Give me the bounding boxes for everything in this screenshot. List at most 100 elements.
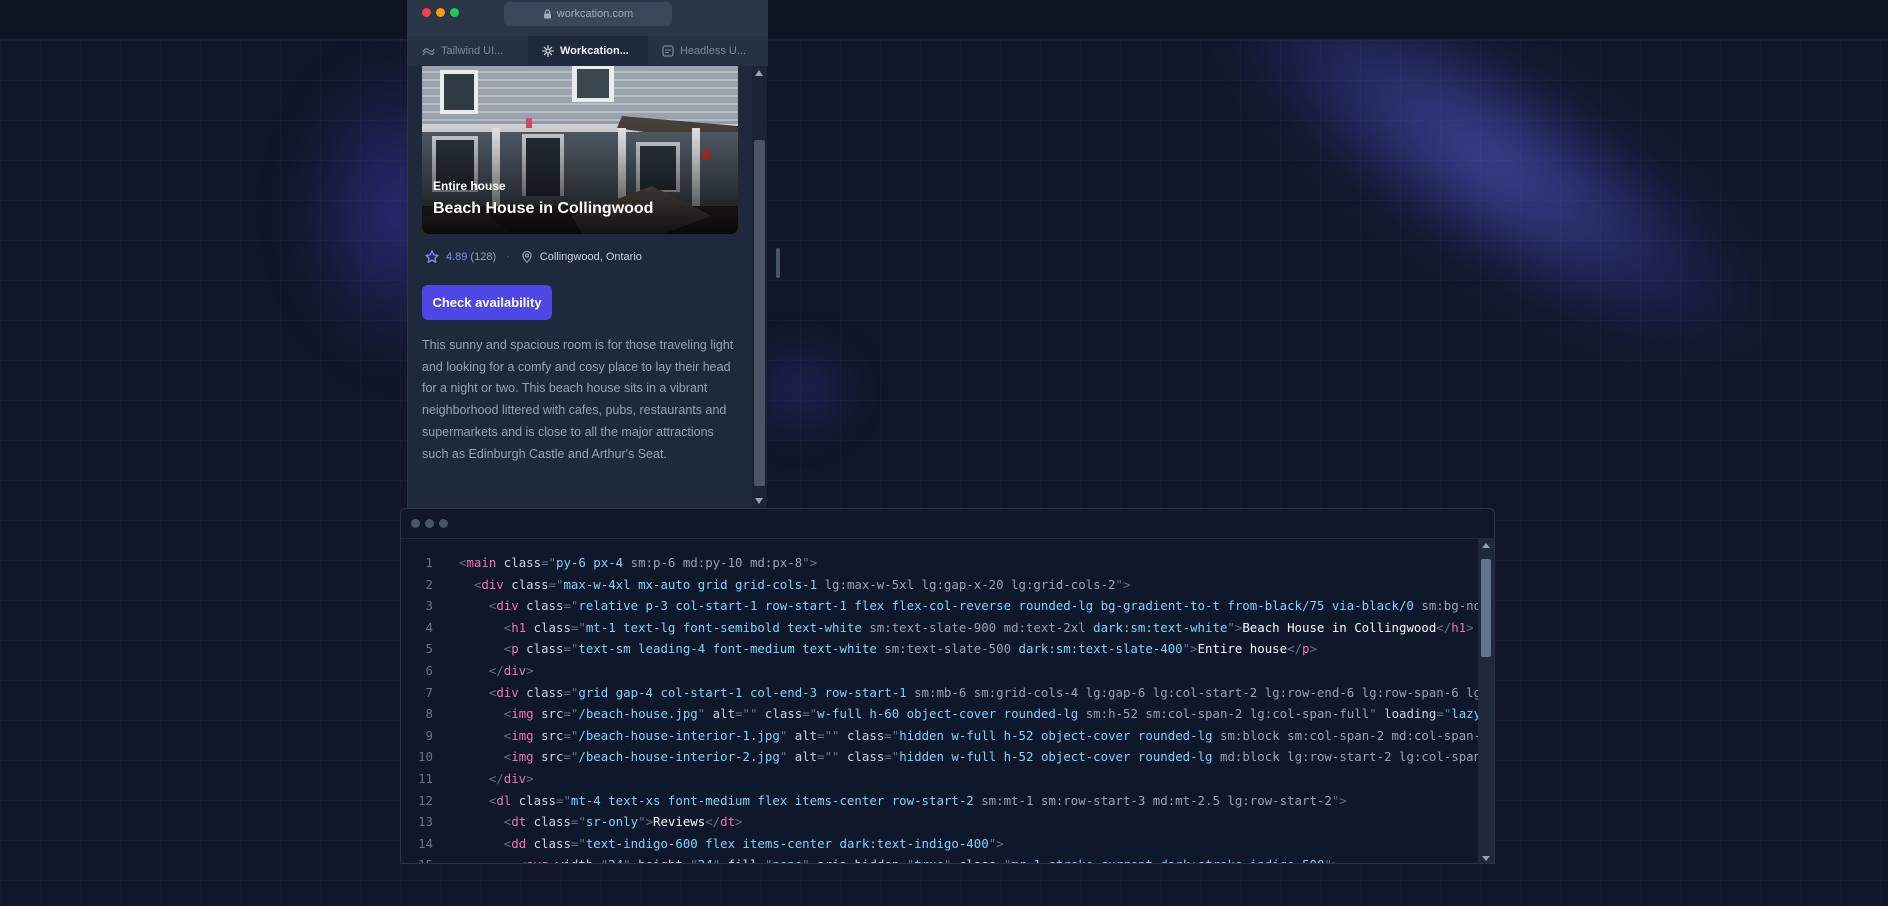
- workcation-icon: [542, 45, 554, 57]
- code-lines[interactable]: 1 <main class="py-6 px-4 sm:p-6 md:py-10 …: [401, 552, 1479, 863]
- code-line[interactable]: 6 </div>: [401, 660, 1479, 682]
- code-line[interactable]: 4 <h1 class="mt-1 text-lg font-semibold …: [401, 617, 1479, 639]
- code-token: hidden w-full h-52 object-cover rounded-…: [899, 727, 1220, 743]
- code-token: loading: [1376, 706, 1437, 722]
- scroll-up-icon[interactable]: [1482, 543, 1490, 548]
- code-token: </: [1436, 619, 1452, 635]
- code-line[interactable]: 5 <p class="text-sm leading-4 font-mediu…: [401, 638, 1479, 660]
- line-number: 1: [425, 555, 433, 570]
- resize-handle[interactable]: [776, 248, 780, 278]
- scroll-up-icon[interactable]: [755, 70, 763, 76]
- code-line[interactable]: 10 <img src="/beach-house-interior-2.jpg…: [401, 746, 1479, 768]
- browser-window: workcation.com Tailwind UI... Workcation…: [407, 0, 768, 508]
- code-token: Beach House in Collingwood: [1242, 619, 1437, 635]
- code-token: alt: [705, 706, 736, 722]
- code-line[interactable]: 9 <img src="/beach-house-interior-1.jpg"…: [401, 725, 1479, 747]
- line-number: 14: [418, 835, 433, 851]
- code-token: ">: [1227, 619, 1243, 635]
- tab-tailwind-ui[interactable]: Tailwind UI...: [408, 36, 528, 66]
- code-line[interactable]: 3 <div class="relative p-3 col-start-1 r…: [401, 595, 1479, 617]
- code-token: ">: [988, 835, 1004, 851]
- line-source: <h1 class="mt-1 text-lg font-semibold te…: [433, 617, 1474, 639]
- code-token: w-full h-60 object-cover rounded-lg: [817, 706, 1086, 722]
- tab-headless-ui[interactable]: Headless U...: [648, 36, 768, 66]
- maximize-window-button[interactable]: [450, 8, 459, 17]
- code-token: grid gap-4 col-start-1 col-end-3 row-sta…: [578, 684, 915, 700]
- code-token: src: [533, 727, 564, 743]
- code-token: =": [1436, 706, 1452, 722]
- scroll-down-icon[interactable]: [755, 498, 763, 504]
- code-line[interactable]: 15 <svg width="24" height="24" fill="non…: [401, 854, 1479, 863]
- meta-separator: ·: [506, 251, 510, 263]
- code-token: main: [466, 555, 497, 570]
- line-source: <div class="relative p-3 col-start-1 row…: [433, 595, 1479, 617]
- code-line[interactable]: 2 <div class="max-w-4xl mx-auto grid gri…: [401, 574, 1479, 596]
- listing-type: Entire house: [433, 179, 506, 193]
- code-line[interactable]: 8 <img src="/beach-house.jpg" alt="" cla…: [401, 703, 1479, 725]
- code-token: >: [735, 814, 743, 830]
- code-line[interactable]: 7 <div class="grid gap-4 col-start-1 col…: [401, 682, 1479, 704]
- code-token: h1: [1451, 619, 1467, 635]
- code-token: max-w-4xl mx-auto grid grid-cols-1: [563, 576, 825, 592]
- line-number: 12: [418, 792, 433, 808]
- code-token: >: [1466, 619, 1474, 635]
- code-line[interactable]: 13 <dt class="sr-only">Reviews</dt>: [401, 811, 1479, 833]
- code-token: src: [533, 749, 564, 765]
- code-token: ">: [1115, 576, 1131, 592]
- code-token: width: [549, 857, 593, 863]
- code-editor: 1 <main class="py-6 px-4 sm:p-6 md:py-10 …: [400, 508, 1495, 864]
- code-token: </: [705, 814, 721, 830]
- line-source: <div class="max-w-4xl mx-auto grid grid-…: [433, 574, 1131, 596]
- code-token: sm:block sm:col-span-2 md:col-span-1 lg:…: [1219, 727, 1479, 743]
- scrollbar-thumb[interactable]: [1481, 559, 1491, 657]
- line-number: 8: [425, 706, 433, 722]
- code-token: 24: [698, 857, 713, 863]
- code-token: py-6 px-4: [556, 555, 631, 570]
- code-token: mt-1 text-lg font-semibold text-white: [585, 619, 870, 635]
- address-bar[interactable]: workcation.com: [504, 2, 672, 26]
- code-token: =": [683, 857, 698, 863]
- code-line[interactable]: 1 <main class="py-6 px-4 sm:p-6 md:py-10 …: [401, 552, 1479, 574]
- editor-titlebar: [401, 509, 1494, 539]
- code-line[interactable]: 11 </div>: [401, 768, 1479, 790]
- code-token: dl: [496, 792, 512, 808]
- code-token: =": [563, 727, 579, 743]
- code-token: dark:text-indigo-400: [839, 835, 989, 851]
- code-token: aria-hidden: [810, 857, 899, 863]
- code-token: =": [563, 749, 579, 765]
- code-token: text-indigo-600 flex items-center: [585, 835, 840, 851]
- check-availability-button[interactable]: Check availability: [422, 285, 552, 320]
- code-token: class: [526, 619, 571, 635]
- minimize-window-button[interactable]: [436, 8, 445, 17]
- scrollbar-thumb[interactable]: [754, 140, 765, 486]
- code-token: ">: [802, 555, 818, 570]
- editor-scrollbar[interactable]: [1478, 539, 1494, 863]
- listing-photo: Entire house Beach House in Collingwood: [422, 66, 738, 234]
- review-count: (128): [470, 251, 497, 263]
- line-number: 4: [425, 619, 433, 635]
- code-token: alt: [787, 749, 818, 765]
- site-header-bar: [0, 0, 1888, 40]
- tab-workcation[interactable]: Workcation...: [528, 36, 648, 66]
- line-source: </div>: [433, 768, 534, 790]
- scroll-down-icon[interactable]: [1482, 856, 1490, 861]
- close-window-button[interactable]: [422, 8, 431, 17]
- code-token: class: [526, 814, 571, 830]
- code-token: src: [533, 706, 564, 722]
- code-token: ="": [817, 749, 840, 765]
- code-token: svg: [526, 857, 548, 863]
- code-token: =": [570, 814, 586, 830]
- code-token: =": [884, 749, 900, 765]
- browser-scrollbar[interactable]: [752, 66, 767, 508]
- code-token: p: [511, 641, 519, 657]
- code-line[interactable]: 14 <dd class="text-indigo-600 flex items…: [401, 833, 1479, 855]
- line-source: </div>: [433, 660, 534, 682]
- editor-dot: [411, 519, 420, 528]
- code-line[interactable]: 12 <dl class="mt-4 text-xs font-medium f…: [401, 790, 1479, 812]
